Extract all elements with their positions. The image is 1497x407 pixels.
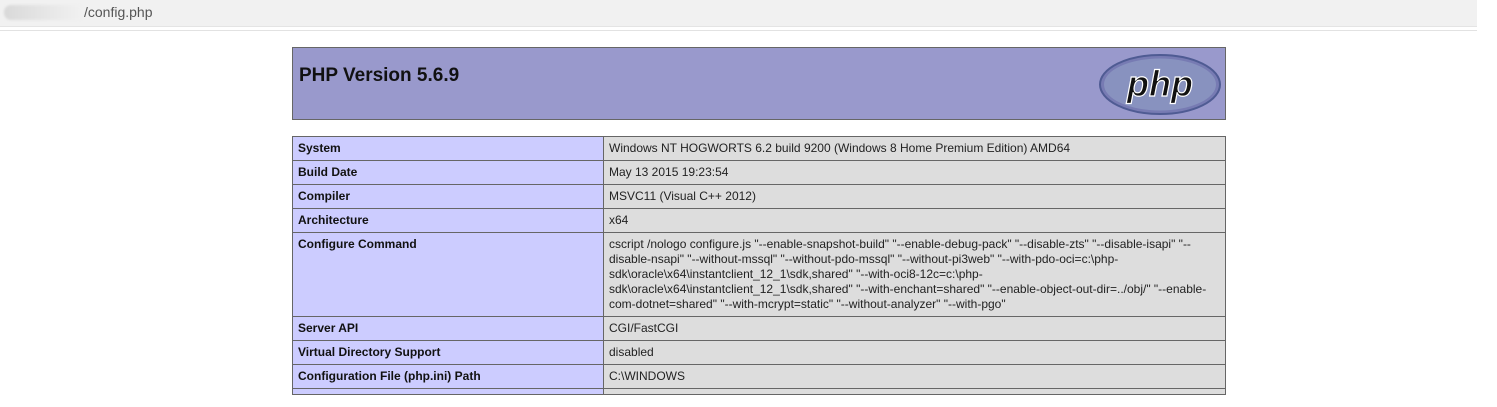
phpinfo-container: PHP Version 5.6.9 php System Windows NT H… xyxy=(292,47,1226,395)
address-bar[interactable]: /config.php xyxy=(0,0,1477,27)
php-info-table: System Windows NT HOGWORTS 6.2 build 9200… xyxy=(292,136,1226,395)
address-bar-divider xyxy=(0,30,1477,31)
row-value: disabled xyxy=(603,340,1226,365)
row-value: cscript /nologo configure.js "--enable-s… xyxy=(603,232,1226,317)
row-value: MSVC11 (Visual C++ 2012) xyxy=(603,184,1226,209)
row-value xyxy=(603,388,1226,395)
url-path: /config.php xyxy=(84,4,153,20)
row-value: Windows NT HOGWORTS 6.2 build 9200 (Wind… xyxy=(603,136,1226,161)
table-row xyxy=(292,388,1226,395)
row-label: Architecture xyxy=(292,208,604,233)
row-label: System xyxy=(292,136,604,161)
table-row: Configure Command cscript /nologo configu… xyxy=(292,232,1226,317)
row-value: May 13 2015 19:23:54 xyxy=(603,160,1226,185)
table-row: Build Date May 13 2015 19:23:54 xyxy=(292,160,1226,185)
row-label: Server API xyxy=(292,316,604,341)
php-logo-text: php xyxy=(1126,63,1193,104)
row-label: Configuration File (php.ini) Path xyxy=(292,364,604,389)
redacted-host xyxy=(4,5,84,20)
row-value: CGI/FastCGI xyxy=(603,316,1226,341)
phpinfo-header: PHP Version 5.6.9 php xyxy=(292,47,1226,120)
row-value: x64 xyxy=(603,208,1226,233)
row-label: Compiler xyxy=(292,184,604,209)
php-logo-icon[interactable]: php xyxy=(1098,53,1222,116)
row-label: Configure Command xyxy=(292,232,604,317)
page-title: PHP Version 5.6.9 xyxy=(299,65,460,86)
row-value: C:\WINDOWS xyxy=(603,364,1226,389)
table-row: Compiler MSVC11 (Visual C++ 2012) xyxy=(292,184,1226,209)
table-row: System Windows NT HOGWORTS 6.2 build 9200… xyxy=(292,136,1226,161)
table-row: Configuration File (php.ini) Path C:\WIND… xyxy=(292,364,1226,389)
table-row: Server API CGI/FastCGI xyxy=(292,316,1226,341)
row-label: Virtual Directory Support xyxy=(292,340,604,365)
table-row: Virtual Directory Support disabled xyxy=(292,340,1226,365)
table-row: Architecture x64 xyxy=(292,208,1226,233)
row-label xyxy=(292,388,604,395)
row-label: Build Date xyxy=(292,160,604,185)
